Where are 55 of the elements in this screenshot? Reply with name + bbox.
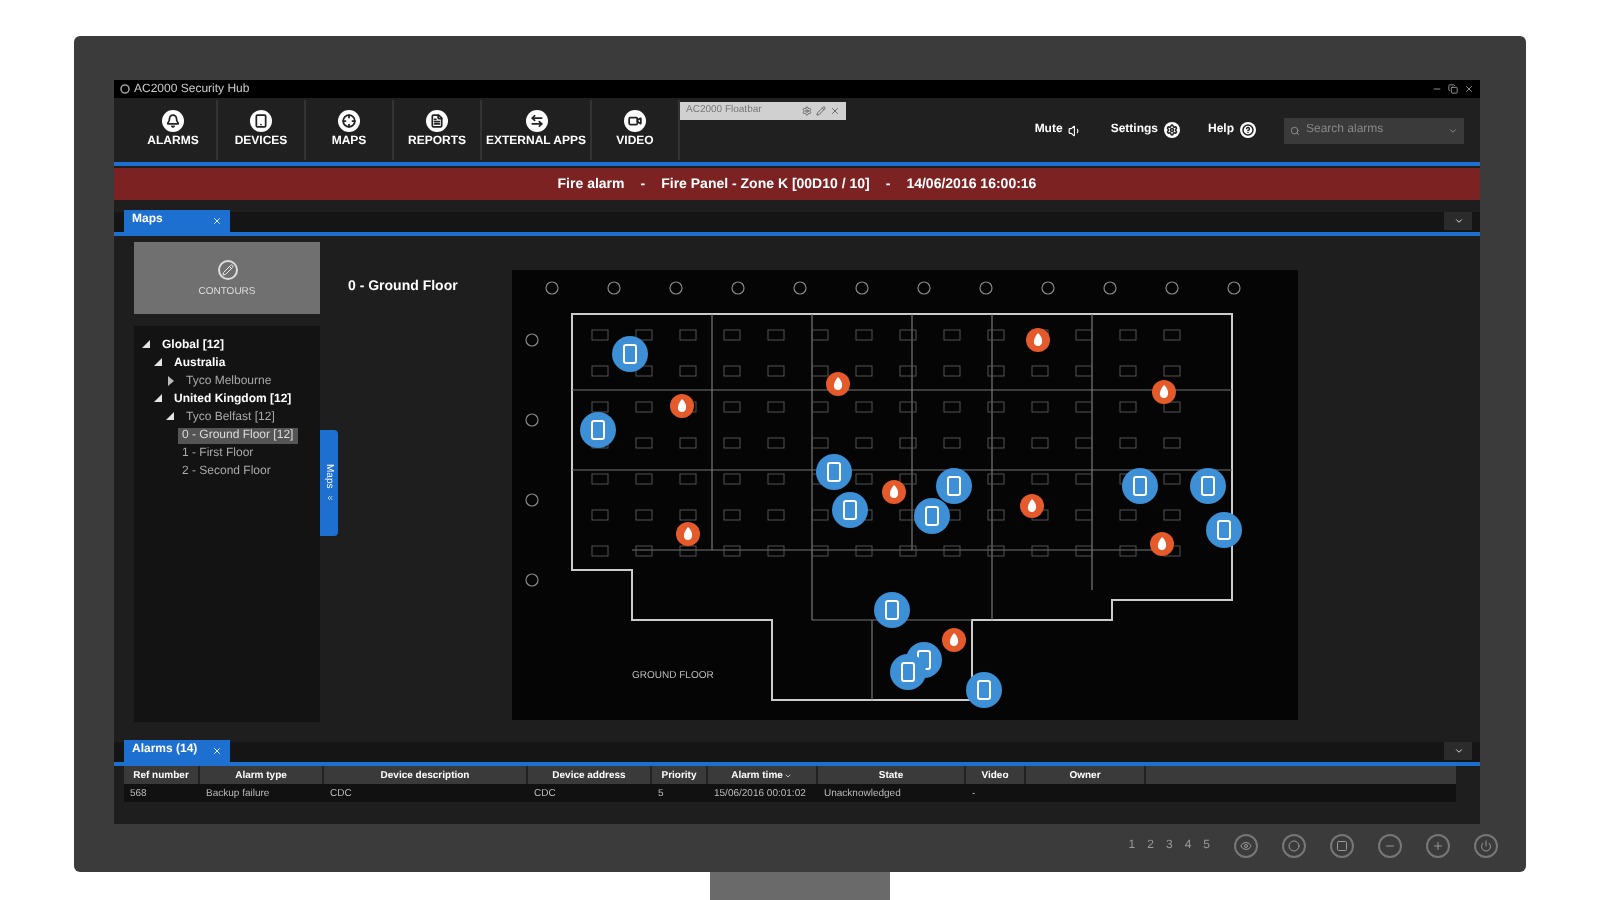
expanded-triangle-icon[interactable] bbox=[142, 340, 152, 350]
device-marker-icon[interactable] bbox=[936, 468, 972, 504]
caret-icon bbox=[1453, 216, 1463, 226]
device-marker-icon[interactable] bbox=[874, 592, 910, 628]
plus-icon bbox=[1432, 840, 1444, 852]
monitor-button[interactable] bbox=[1378, 834, 1402, 858]
search-icon bbox=[1290, 125, 1300, 135]
eye-icon bbox=[1240, 840, 1252, 852]
bell-icon bbox=[166, 114, 180, 128]
monitor-button[interactable] bbox=[1426, 834, 1450, 858]
monitor-button[interactable] bbox=[1330, 834, 1354, 858]
document-icon bbox=[430, 114, 444, 128]
expanded-triangle-icon[interactable] bbox=[154, 358, 164, 368]
settings-icon bbox=[1165, 124, 1178, 136]
restore-icon[interactable] bbox=[1448, 84, 1458, 94]
monitor-button[interactable] bbox=[1282, 834, 1306, 858]
device-marker-icon[interactable] bbox=[1206, 512, 1242, 548]
monitor-button[interactable] bbox=[1234, 834, 1258, 858]
expanded-triangle-icon[interactable] bbox=[154, 394, 164, 404]
fire-marker-icon[interactable] bbox=[826, 372, 850, 396]
device-marker-icon[interactable] bbox=[966, 672, 1002, 708]
fire-marker-icon[interactable] bbox=[882, 480, 906, 504]
fire-marker-icon[interactable] bbox=[676, 522, 700, 546]
minus-icon bbox=[1384, 840, 1396, 852]
fire-marker-icon[interactable] bbox=[942, 628, 966, 652]
camera-icon bbox=[628, 114, 643, 128]
device-marker-icon[interactable] bbox=[832, 492, 868, 528]
speaker-icon bbox=[1068, 123, 1083, 137]
circle-icon bbox=[1288, 840, 1300, 852]
crosshair-icon bbox=[342, 114, 356, 128]
pencil-icon bbox=[221, 263, 233, 275]
fire-marker-icon[interactable] bbox=[1020, 494, 1044, 518]
collapsed-triangle-icon[interactable] bbox=[166, 376, 176, 386]
power-icon bbox=[1480, 840, 1492, 852]
fire-marker-icon[interactable] bbox=[670, 394, 694, 418]
fire-marker-icon[interactable] bbox=[1026, 328, 1050, 352]
device-marker-icon[interactable] bbox=[1122, 468, 1158, 504]
device-marker-icon[interactable] bbox=[1190, 468, 1226, 504]
fire-marker-icon[interactable] bbox=[1152, 380, 1176, 404]
help-icon bbox=[1242, 124, 1254, 136]
square-icon bbox=[1336, 840, 1348, 852]
settings-icon[interactable] bbox=[802, 106, 812, 116]
caret-icon bbox=[1453, 746, 1463, 756]
device-marker-icon[interactable] bbox=[890, 654, 926, 690]
monitor-button[interactable] bbox=[1474, 834, 1498, 858]
caret-icon bbox=[1448, 125, 1458, 135]
device-marker-icon[interactable] bbox=[580, 412, 616, 448]
app-logo-icon bbox=[120, 84, 130, 94]
device-marker-icon[interactable] bbox=[816, 454, 852, 490]
arrows-icon bbox=[529, 114, 543, 128]
expanded-triangle-icon[interactable] bbox=[166, 412, 176, 422]
device-marker-icon[interactable] bbox=[612, 336, 648, 372]
fire-marker-icon[interactable] bbox=[1150, 532, 1174, 556]
tablet-icon bbox=[254, 114, 268, 128]
device-marker-icon[interactable] bbox=[914, 498, 950, 534]
